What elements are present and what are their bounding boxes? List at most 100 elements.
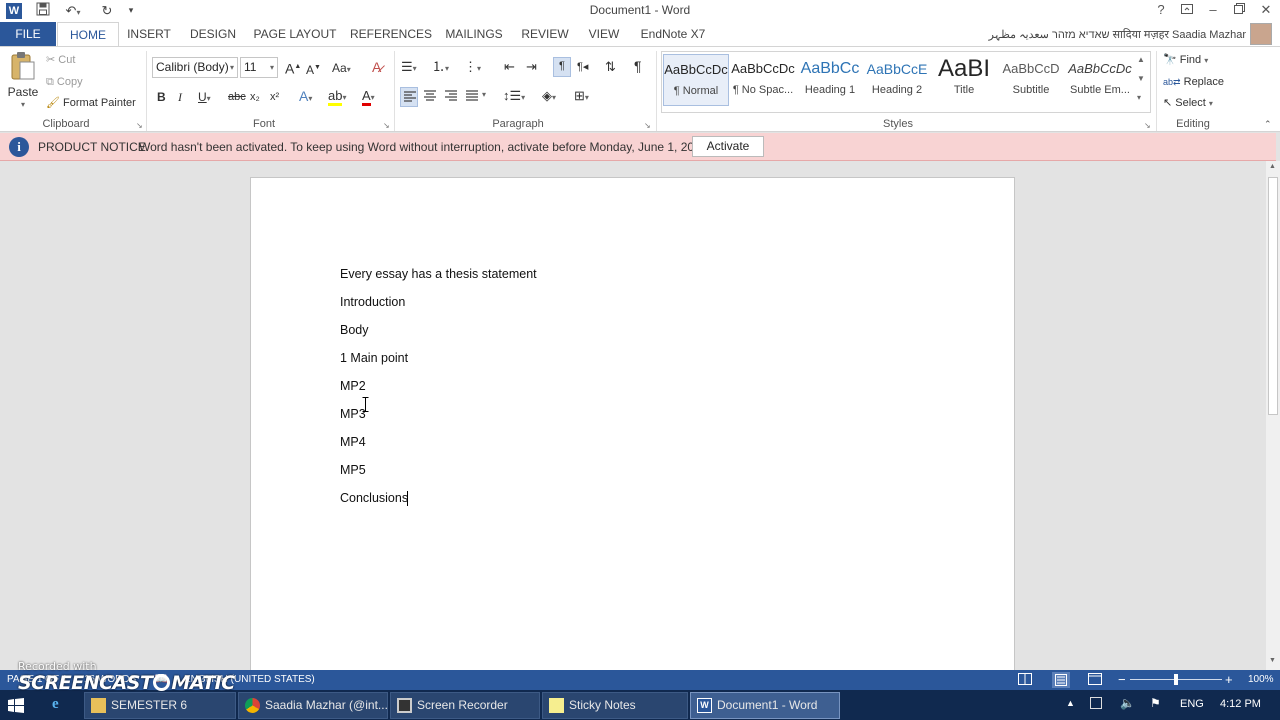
network-icon[interactable] [1090, 697, 1102, 709]
align-left-icon[interactable] [400, 87, 418, 107]
scroll-up-icon[interactable]: ▲ [1269, 163, 1276, 170]
zoom-slider-thumb[interactable] [1174, 674, 1178, 685]
help-button[interactable]: ? [1148, 0, 1174, 22]
tab-view[interactable]: VIEW [584, 22, 624, 46]
font-size-box[interactable]: 11 ▾ [240, 57, 278, 78]
flag-icon[interactable]: ⚑ [1150, 696, 1161, 710]
font-color-icon[interactable]: A▾ [362, 88, 375, 106]
paragraph-launcher-icon[interactable]: ↘ [644, 121, 651, 130]
superscript-button[interactable]: x² [270, 89, 279, 105]
underline-button[interactable]: U▾ [198, 89, 211, 107]
document-page[interactable] [250, 177, 1015, 677]
document-paragraph[interactable]: MP2 [340, 377, 366, 395]
style-heading-1[interactable]: AaBbCc Heading 1 [797, 54, 863, 106]
style-no-spacing[interactable]: AaBbCcDc ¶ No Spac... [730, 54, 796, 106]
volume-icon[interactable]: 🔈 [1120, 696, 1135, 710]
rtl-icon[interactable]: ¶◂ [577, 59, 588, 75]
copy-button[interactable]: ⧉ Copy [46, 74, 83, 90]
italic-button[interactable]: I [178, 89, 182, 105]
highlight-icon[interactable]: ab▾ [328, 88, 346, 106]
styles-launcher-icon[interactable]: ↘ [1144, 121, 1151, 130]
replace-button[interactable]: ab⇄ Replace [1163, 74, 1224, 90]
zoom-slider[interactable] [1130, 674, 1222, 685]
subscript-button[interactable]: x₂ [250, 89, 260, 105]
styles-more-icon[interactable]: ▾ [1137, 93, 1141, 102]
paste-dropdown-icon[interactable]: ▾ [4, 100, 42, 109]
tray-expand-icon[interactable]: ▲ [1066, 698, 1075, 708]
tab-endnote[interactable]: EndNote X7 [636, 22, 710, 46]
document-paragraph[interactable]: MP4 [340, 433, 366, 451]
sort-icon[interactable]: ⇅ [605, 59, 616, 75]
style-subtle-emphasis[interactable]: AaBbCcDc Subtle Em... [1065, 54, 1135, 106]
ie-icon[interactable]: e [52, 696, 59, 713]
document-paragraph[interactable]: Every essay has a thesis statement [340, 265, 537, 283]
document-paragraph[interactable]: Body [340, 321, 369, 339]
tab-references[interactable]: REFERENCES [350, 22, 432, 46]
minimize-button[interactable]: – [1200, 0, 1226, 22]
zoom-out-button[interactable]: − [1118, 672, 1126, 687]
bold-button[interactable]: B [157, 89, 166, 105]
collapse-ribbon-icon[interactable]: ⌃ [1264, 119, 1272, 130]
scroll-down-icon[interactable]: ▼ [1269, 657, 1276, 664]
shading-icon[interactable]: ◈▾ [542, 88, 556, 106]
document-paragraph[interactable]: Conclusions [340, 489, 408, 507]
grow-font-button[interactable]: A▲ [285, 59, 301, 77]
clear-formatting-icon[interactable]: A̷ [372, 59, 381, 75]
increase-indent-icon[interactable]: ⇥ [526, 59, 537, 75]
windows-start-icon[interactable] [8, 698, 24, 716]
line-spacing-icon[interactable]: ↕☰▾ [503, 88, 525, 106]
ltr-icon[interactable]: ¶ [553, 57, 571, 77]
bullets-icon[interactable]: ☰▾ [401, 59, 417, 77]
clock[interactable]: 4:12 PM [1220, 698, 1261, 710]
font-name-box[interactable]: Calibri (Body) ▾ [152, 57, 238, 78]
clipboard-launcher-icon[interactable]: ↘ [136, 121, 143, 130]
user-avatar[interactable] [1250, 23, 1272, 45]
scroll-thumb[interactable] [1268, 177, 1278, 415]
tab-design[interactable]: DESIGN [186, 22, 240, 46]
text-effects-icon[interactable]: A▾ [299, 88, 312, 107]
taskbar-button-screen-recorder[interactable]: Screen Recorder [390, 692, 540, 719]
print-layout-icon[interactable] [1052, 672, 1070, 688]
taskbar-button-sticky-notes[interactable]: Sticky Notes [542, 692, 688, 719]
font-size-dropdown-icon[interactable]: ▾ [270, 58, 274, 77]
align-center-icon[interactable] [422, 88, 438, 107]
tab-home[interactable]: HOME [57, 22, 119, 47]
change-case-button[interactable]: Aa▾ [332, 60, 351, 78]
restore-button[interactable] [1226, 0, 1252, 22]
font-launcher-icon[interactable]: ↘ [383, 121, 390, 130]
document-paragraph[interactable]: MP5 [340, 461, 366, 479]
user-name[interactable]: שאדיא מזהר سعدیہ مظہر सादिया मज़हर Saadi… [930, 27, 1246, 42]
justify-icon[interactable]: ▾ [464, 88, 486, 107]
style-normal[interactable]: AaBbCcDc ¶ Normal [663, 54, 729, 106]
style-subtitle[interactable]: AaBbCcD Subtitle [998, 54, 1064, 106]
tab-mailings[interactable]: MAILINGS [442, 22, 506, 46]
numbering-icon[interactable]: ⒈▾ [432, 59, 449, 77]
shrink-font-button[interactable]: A▼ [306, 60, 321, 78]
styles-scroll-up-icon[interactable]: ▲ [1137, 55, 1145, 64]
decrease-indent-icon[interactable]: ⇤ [504, 59, 515, 75]
tab-insert[interactable]: INSERT [124, 22, 174, 46]
input-language[interactable]: ENG [1180, 698, 1204, 710]
show-formatting-button[interactable]: ¶ [634, 58, 642, 74]
tab-page-layout[interactable]: PAGE LAYOUT [252, 22, 338, 46]
taskbar-button-explorer[interactable]: SEMESTER 6 [84, 692, 236, 719]
taskbar-button-word[interactable]: W Document1 - Word [690, 692, 840, 719]
font-name-dropdown-icon[interactable]: ▾ [230, 58, 234, 77]
read-mode-icon[interactable] [1018, 673, 1032, 688]
find-button[interactable]: 🔭 Find ▾ [1163, 52, 1208, 69]
activate-button[interactable]: Activate [692, 136, 764, 157]
align-right-icon[interactable] [443, 88, 459, 107]
borders-icon[interactable]: ⊞▾ [574, 88, 589, 106]
web-layout-icon[interactable] [1088, 673, 1102, 688]
tab-review[interactable]: REVIEW [518, 22, 572, 46]
paste-button[interactable]: Paste ▾ [4, 51, 42, 113]
strikethrough-button[interactable]: abc [228, 89, 246, 105]
vertical-scrollbar[interactable]: ▲ ▼ [1266, 161, 1280, 670]
close-button[interactable]: ✕ [1252, 0, 1280, 22]
multilevel-list-icon[interactable]: ⋮▾ [464, 59, 481, 77]
document-paragraph[interactable]: Introduction [340, 293, 405, 311]
cut-button[interactable]: ✂ Cut [46, 52, 75, 68]
style-title[interactable]: AaBI Title [931, 54, 997, 106]
zoom-level[interactable]: 100% [1248, 674, 1274, 685]
style-heading-2[interactable]: AaBbCcE Heading 2 [864, 54, 930, 106]
